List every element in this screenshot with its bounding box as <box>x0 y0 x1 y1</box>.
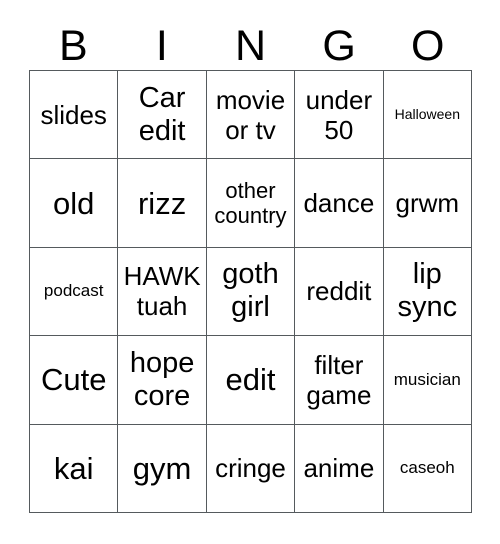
bingo-header-letter-i: I <box>155 22 168 70</box>
bingo-cell-label: lip sync <box>397 258 458 324</box>
bingo-grid: slides Car edit movie or tv under 50 Hal… <box>29 70 472 513</box>
bingo-cell-label: slides <box>40 99 107 130</box>
bingo-cell-label: Cute <box>40 362 107 398</box>
bingo-header-row: B I N G O <box>29 18 472 70</box>
bingo-header-letter-b: B <box>58 22 88 70</box>
bingo-cell-r5c4[interactable]: anime <box>295 424 384 513</box>
bingo-header-letter-o: O <box>410 22 445 70</box>
bingo-cell-label: goth girl <box>222 258 279 324</box>
bingo-cell-label: Car edit <box>138 81 186 147</box>
bingo-cell-label: other country <box>214 178 287 229</box>
bingo-cell-r1c5[interactable]: Halloween <box>383 71 472 160</box>
bingo-cell-r5c3[interactable]: cringe <box>206 424 296 513</box>
bingo-cell-label: filter game <box>306 349 372 410</box>
bingo-cell-label: Halloween <box>394 106 460 123</box>
bingo-cell-r2c4[interactable]: dance <box>295 159 384 248</box>
bingo-cell-label: movie or tv <box>215 84 286 145</box>
bingo-cell-r3c1[interactable]: podcast <box>30 247 119 337</box>
bingo-cell-r3c3[interactable]: goth girl <box>206 247 296 337</box>
bingo-cell-r4c1[interactable]: Cute <box>30 336 119 425</box>
bingo-cell-r3c5[interactable]: lip sync <box>383 247 472 337</box>
bingo-cell-label: rizz <box>137 185 187 221</box>
bingo-cell-r4c4[interactable]: filter game <box>295 336 384 425</box>
bingo-cell-label: musician <box>393 369 461 389</box>
bingo-cell-r4c2[interactable]: hope core <box>118 336 207 425</box>
bingo-cell-r2c5[interactable]: grwm <box>383 159 472 248</box>
bingo-cell-r1c1[interactable]: slides <box>30 71 119 160</box>
bingo-cell-label: caseoh <box>399 458 455 478</box>
bingo-cell-r3c2[interactable]: HAWK tuah <box>118 247 207 337</box>
bingo-cell-r2c3[interactable]: other country <box>206 159 296 248</box>
bingo-cell-r5c2[interactable]: gym <box>118 424 207 513</box>
bingo-cell-label: gym <box>132 450 192 486</box>
bingo-cell-label: podcast <box>43 281 104 301</box>
bingo-card: B I N G O slides Car edit movie or tv un… <box>0 0 500 544</box>
bingo-cell-r1c4[interactable]: under 50 <box>295 71 384 160</box>
bingo-cell-label: under 50 <box>305 84 373 145</box>
bingo-cell-label: grwm <box>395 188 460 219</box>
bingo-cell-r3c4[interactable]: reddit <box>295 247 384 337</box>
bingo-cell-label: hope core <box>129 346 195 412</box>
bingo-cell-r4c3[interactable]: edit <box>206 336 296 425</box>
bingo-header-letter-g: G <box>322 22 356 70</box>
bingo-cell-r5c5[interactable]: caseoh <box>383 424 472 513</box>
bingo-cell-label: kai <box>53 450 94 486</box>
bingo-header-letter-n: N <box>234 22 267 70</box>
bingo-cell-r4c5[interactable]: musician <box>383 336 472 425</box>
bingo-cell-r5c1[interactable]: kai <box>30 424 119 513</box>
bingo-cell-label: reddit <box>306 276 372 307</box>
bingo-cell-label: old <box>53 185 95 221</box>
bingo-cell-label: HAWK tuah <box>123 261 201 322</box>
bingo-cell-r2c1[interactable]: old <box>30 159 119 248</box>
bingo-cell-r2c2[interactable]: rizz <box>118 159 207 248</box>
bingo-cell-r1c2[interactable]: Car edit <box>118 71 207 160</box>
bingo-cell-r1c3[interactable]: movie or tv <box>206 71 296 160</box>
bingo-cell-label: dance <box>303 188 375 219</box>
bingo-cell-label: cringe <box>215 453 286 484</box>
bingo-cell-label: edit <box>225 362 276 398</box>
bingo-cell-label: anime <box>303 453 375 484</box>
